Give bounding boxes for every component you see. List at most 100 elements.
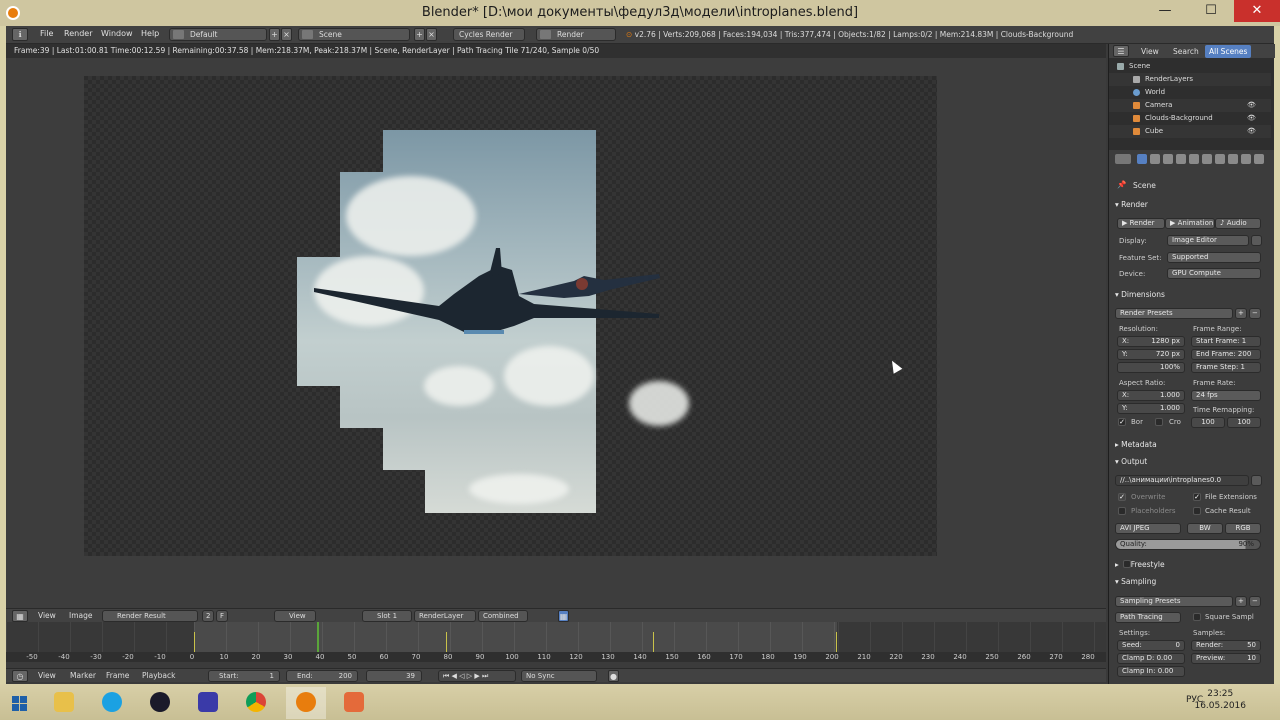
world-tab-icon[interactable]: [1176, 154, 1186, 164]
overwrite-checkbox[interactable]: ✓: [1118, 493, 1126, 501]
output-path-field[interactable]: //..\анимации\introplanes0.0: [1115, 475, 1249, 486]
preset-add-button[interactable]: +: [1235, 308, 1247, 319]
dimensions-panel-title[interactable]: ▾ Dimensions: [1115, 290, 1165, 299]
visibility-eye-icon[interactable]: 👁: [1247, 99, 1256, 112]
texture-tab-icon[interactable]: [1254, 154, 1264, 164]
layout-remove-button[interactable]: ×: [281, 28, 292, 41]
close-button[interactable]: ✕: [1234, 0, 1280, 22]
rgb-button[interactable]: RGB: [1225, 523, 1261, 534]
channels-icon[interactable]: ▦: [558, 610, 569, 622]
taskbar-blender[interactable]: [286, 687, 326, 719]
sampling-preset-add-button[interactable]: +: [1235, 596, 1247, 607]
taskbar-app[interactable]: [334, 687, 374, 719]
slot-selector[interactable]: Slot 1: [362, 610, 412, 622]
output-panel-title[interactable]: ▾ Output: [1115, 457, 1147, 466]
clamp-indirect-field[interactable]: Clamp In: 0.00: [1117, 666, 1185, 677]
scene-selector[interactable]: Scene: [298, 28, 410, 41]
aspect-y-field[interactable]: Y: 1.000: [1117, 403, 1185, 414]
metadata-panel-title[interactable]: ▸ Metadata: [1115, 440, 1157, 449]
bw-button[interactable]: BW: [1187, 523, 1223, 534]
image-editor[interactable]: [6, 58, 1106, 608]
menu-image[interactable]: Image: [69, 611, 93, 620]
device-selector[interactable]: GPU Compute: [1167, 268, 1261, 279]
resolution-y-field[interactable]: Y: 720 px: [1117, 349, 1185, 360]
end-frame-prop[interactable]: End Frame: 200: [1191, 349, 1261, 360]
outliner-search-menu[interactable]: Search: [1173, 47, 1199, 56]
quality-slider[interactable]: Quality: 90%: [1115, 539, 1261, 550]
menu-window[interactable]: Window: [101, 29, 133, 38]
border-checkbox[interactable]: ✓: [1118, 418, 1126, 426]
cache-checkbox[interactable]: [1193, 507, 1201, 515]
fake-user-button[interactable]: F: [216, 610, 228, 622]
remap-old-field[interactable]: 100: [1191, 417, 1225, 428]
visibility-eye-icon[interactable]: 👁: [1247, 112, 1256, 125]
start-button[interactable]: [0, 687, 40, 719]
current-frame-field[interactable]: 39: [366, 670, 422, 682]
image-selector[interactable]: Render Result: [102, 610, 198, 622]
resolution-percent-field[interactable]: 100%: [1117, 362, 1185, 373]
editor-type-icon[interactable]: ℹ: [12, 28, 28, 41]
render-presets-selector[interactable]: Render Presets: [1115, 308, 1233, 319]
record-icon[interactable]: ●: [608, 670, 619, 682]
current-frame-indicator[interactable]: [317, 622, 319, 652]
render-pass-selector[interactable]: Combined: [478, 610, 528, 622]
image-editor-type-icon[interactable]: ▦: [12, 610, 28, 622]
start-frame-prop[interactable]: Start Frame: 1: [1191, 336, 1261, 347]
timeline[interactable]: -50 -40 -30 -20 -10 0 10 20 30 40 50 60 70 80 90 100 110…: [6, 622, 1106, 668]
render-button[interactable]: ▶ Render: [1117, 218, 1165, 229]
outliner-row-clouds[interactable]: Clouds-Background 👁: [1109, 112, 1271, 125]
preview-samples-field[interactable]: Preview: 10: [1191, 653, 1261, 664]
sampling-panel-title[interactable]: ▾ Sampling: [1115, 577, 1156, 586]
sampling-presets-selector[interactable]: Sampling Presets: [1115, 596, 1233, 607]
outliner-filter[interactable]: All Scenes: [1205, 45, 1252, 58]
outliner-row-camera[interactable]: Camera 👁: [1109, 99, 1271, 112]
folder-icon[interactable]: [1251, 475, 1262, 486]
menu-render[interactable]: Render: [64, 29, 92, 38]
animation-button[interactable]: ▶ Animation: [1165, 218, 1215, 229]
minimize-button[interactable]: —: [1142, 0, 1188, 22]
layers-tab-icon[interactable]: [1150, 154, 1160, 164]
layout-add-button[interactable]: +: [269, 28, 280, 41]
timeline-type-icon[interactable]: ◷: [12, 670, 28, 682]
menu-help[interactable]: Help: [141, 29, 159, 38]
outliner-view-menu[interactable]: View: [1141, 47, 1159, 56]
outliner-row-scene[interactable]: Scene: [1109, 60, 1271, 73]
render-layer-selector[interactable]: RenderLayer: [414, 610, 476, 622]
taskbar-explorer[interactable]: [44, 687, 84, 719]
feature-set-selector[interactable]: Supported: [1167, 252, 1261, 263]
outliner-type-icon[interactable]: ☰: [1113, 45, 1129, 57]
render-samples-field[interactable]: Render: 50: [1191, 640, 1261, 651]
menu-file[interactable]: File: [40, 29, 53, 38]
audio-button[interactable]: ♪ Audio: [1215, 218, 1261, 229]
menu-frame[interactable]: Frame: [106, 671, 129, 680]
render-cancel-icon[interactable]: [540, 30, 551, 39]
resolution-x-field[interactable]: X: 1280 px: [1117, 336, 1185, 347]
clamp-direct-field[interactable]: Clamp D: 0.00: [1117, 653, 1185, 664]
display-selector[interactable]: Image Editor: [1167, 235, 1249, 246]
playback-controls[interactable]: ⏮ ◀ ◁ ▷ ▶ ⏭: [438, 670, 516, 682]
aspect-x-field[interactable]: X: 1.000: [1117, 390, 1185, 401]
taskbar-skype[interactable]: [92, 687, 132, 719]
outliner-row-cube[interactable]: Cube 👁: [1109, 125, 1271, 138]
file-format-selector[interactable]: AVI JPEG: [1115, 523, 1181, 534]
taskbar-chrome[interactable]: [236, 687, 276, 719]
lock-icon[interactable]: [1251, 235, 1262, 246]
constraints-tab-icon[interactable]: [1202, 154, 1212, 164]
taskbar-media[interactable]: [140, 687, 180, 719]
menu-view[interactable]: View: [38, 611, 56, 620]
system-clock[interactable]: 23:25 16.05.2016: [1194, 688, 1246, 712]
taskbar-settings[interactable]: [188, 687, 228, 719]
menu-view-timeline[interactable]: View: [38, 671, 56, 680]
scene-tab-icon[interactable]: [1163, 154, 1173, 164]
crop-checkbox[interactable]: [1155, 418, 1163, 426]
file-ext-checkbox[interactable]: ✓: [1193, 493, 1201, 501]
pin-icon[interactable]: 📌: [1117, 180, 1126, 189]
render-tab-icon[interactable]: [1137, 154, 1147, 164]
outliner-row-renderlayers[interactable]: RenderLayers: [1109, 73, 1271, 86]
square-samples-checkbox[interactable]: [1193, 613, 1201, 621]
frame-step-prop[interactable]: Frame Step: 1: [1191, 362, 1261, 373]
sync-selector[interactable]: No Sync: [521, 670, 597, 682]
frame-rate-selector[interactable]: 24 fps: [1191, 390, 1261, 401]
maximize-button[interactable]: ☐: [1188, 0, 1234, 22]
sampling-preset-remove-button[interactable]: −: [1249, 596, 1261, 607]
